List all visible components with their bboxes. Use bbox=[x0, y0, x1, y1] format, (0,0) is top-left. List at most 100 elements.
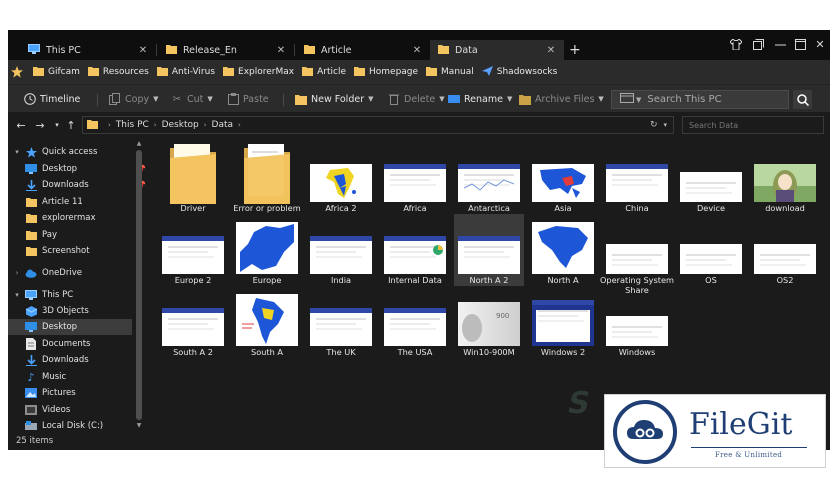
sidebar-item-pictures[interactable]: Pictures bbox=[25, 385, 76, 401]
sidebar-item-this-pc[interactable]: ▾ This PC bbox=[12, 287, 73, 303]
close-icon[interactable]: ✕ bbox=[274, 45, 288, 56]
star-icon[interactable] bbox=[11, 62, 23, 82]
file-item[interactable]: Europe bbox=[232, 214, 302, 286]
paste-button[interactable]: Paste bbox=[227, 90, 269, 108]
delete-button[interactable]: Delete ▼ bbox=[388, 90, 445, 108]
delete-icon bbox=[388, 93, 400, 105]
bookmark-explorermax[interactable]: ExplorerMax bbox=[223, 62, 294, 82]
file-item[interactable]: Error or problem bbox=[232, 142, 302, 214]
bookmark-article[interactable]: Article bbox=[302, 62, 346, 82]
file-item[interactable]: download bbox=[750, 142, 820, 214]
file-item[interactable]: OS2 bbox=[750, 214, 820, 286]
tab-release-en[interactable]: Release_En ✕ bbox=[158, 40, 294, 60]
bookmark-resources[interactable]: Resources bbox=[87, 62, 149, 82]
sidebar-item-desktop[interactable]: Desktop bbox=[8, 319, 132, 335]
tab-this-pc[interactable]: This PC ✕ bbox=[20, 40, 156, 60]
breadcrumb[interactable]: › This PC › Desktop › Data › ↻ ▾ bbox=[82, 116, 674, 134]
file-item[interactable]: North A 2 bbox=[454, 214, 524, 286]
sidebar-item-downloads[interactable]: Downloads bbox=[25, 352, 89, 368]
bookmark-homepage[interactable]: Homepage bbox=[353, 62, 418, 82]
sidebar-item-quick-access[interactable]: ▾ Quick access bbox=[12, 144, 97, 160]
file-item[interactable]: The UK bbox=[306, 286, 376, 358]
bookmark-manual[interactable]: Manual bbox=[426, 62, 474, 82]
sidebar-item-videos[interactable]: Videos bbox=[25, 402, 70, 418]
new-folder-button[interactable]: New Folder ▼ bbox=[295, 90, 374, 108]
breadcrumb-desktop[interactable]: Desktop bbox=[162, 120, 199, 130]
search-data-input[interactable]: Search Data bbox=[682, 116, 824, 134]
file-item[interactable]: The USA bbox=[380, 286, 450, 358]
file-item[interactable]: Africa bbox=[380, 142, 450, 214]
file-item[interactable]: South A bbox=[232, 286, 302, 358]
sidebar-item-explorermax[interactable]: explorermax bbox=[25, 210, 95, 226]
folder-icon bbox=[25, 245, 37, 257]
webpage-thumbnail bbox=[162, 236, 224, 274]
breadcrumb-data[interactable]: Data bbox=[212, 120, 234, 130]
new-tab-button[interactable]: + bbox=[569, 42, 581, 58]
file-item[interactable]: OS bbox=[676, 214, 746, 286]
copy-button[interactable]: Copy ▼ bbox=[109, 90, 159, 108]
file-thumbnail bbox=[606, 316, 668, 349]
file-item[interactable]: South A 2 bbox=[158, 286, 228, 358]
bookmark-anti-virus[interactable]: Anti-Virus bbox=[156, 62, 215, 82]
sidebar-item-onedrive[interactable]: › OneDrive bbox=[12, 265, 82, 281]
sidebar-scrollbar[interactable]: ▲ ▼ bbox=[136, 140, 142, 430]
close-window-icon[interactable]: ✕ bbox=[812, 36, 828, 52]
scrollbar-thumb[interactable] bbox=[136, 150, 142, 420]
file-item[interactable]: Europe 2 bbox=[158, 214, 228, 286]
sidebar-item-pay[interactable]: Pay bbox=[25, 227, 57, 243]
filegit-logo-icon bbox=[613, 400, 677, 464]
file-name: Africa bbox=[403, 203, 427, 213]
maximize-icon[interactable] bbox=[792, 36, 808, 52]
file-item[interactable]: 900 Win10-900M bbox=[454, 286, 524, 358]
file-item[interactable]: Operating System Share bbox=[600, 214, 674, 295]
chevron-down-icon[interactable]: ▾ bbox=[663, 121, 667, 129]
close-icon[interactable]: ✕ bbox=[410, 45, 424, 56]
tab-data[interactable]: Data ✕ bbox=[430, 40, 564, 60]
close-icon[interactable]: ✕ bbox=[544, 45, 558, 56]
webpage-thumbnail bbox=[384, 164, 446, 202]
restore-icon[interactable] bbox=[750, 36, 766, 52]
sidebar-item-music[interactable]: ♪ Music bbox=[25, 369, 66, 385]
breadcrumb-this-pc[interactable]: This PC bbox=[116, 120, 149, 130]
cut-button[interactable]: ✂ Cut ▼ bbox=[171, 90, 213, 108]
file-item[interactable]: Asia bbox=[528, 142, 598, 214]
forward-arrow-icon[interactable]: → bbox=[33, 118, 47, 132]
bookmark-gifcam[interactable]: Gifcam bbox=[33, 62, 80, 82]
file-item[interactable]: Device bbox=[676, 142, 746, 214]
minimize-icon[interactable] bbox=[772, 36, 788, 52]
chevron-down-icon[interactable]: ▾ bbox=[50, 118, 64, 132]
folder-icon bbox=[25, 229, 37, 241]
search-icon[interactable] bbox=[793, 90, 812, 109]
file-item[interactable]: Windows 2 bbox=[528, 286, 598, 358]
search-this-pc-input[interactable]: ▼ Search This PC bbox=[611, 90, 789, 109]
sidebar-item-desktop-pinned[interactable]: Desktop📌 bbox=[25, 161, 146, 177]
sidebar-item-3d-objects[interactable]: 3D Objects bbox=[25, 303, 89, 319]
archive-files-button[interactable]: Archive Files ▼ bbox=[519, 90, 604, 108]
tab-label: This PC bbox=[46, 44, 81, 56]
sidebar-item-documents[interactable]: Documents bbox=[25, 336, 90, 352]
file-item[interactable]: Antarctica bbox=[454, 142, 524, 214]
sidebar-item-screenshot[interactable]: Screenshot bbox=[25, 243, 90, 259]
shirt-icon[interactable] bbox=[728, 36, 744, 52]
tab-article[interactable]: Article ✕ bbox=[296, 40, 430, 60]
sidebar-item-article-11[interactable]: Article 11 bbox=[25, 194, 83, 210]
file-item[interactable]: Windows bbox=[602, 286, 672, 358]
sidebar-item-downloads-pinned[interactable]: Downloads📌 bbox=[25, 177, 146, 193]
file-item[interactable]: Internal Data bbox=[380, 214, 450, 286]
file-item[interactable]: Driver bbox=[158, 142, 228, 214]
file-item[interactable]: North A bbox=[528, 214, 598, 286]
timeline-button[interactable]: Timeline bbox=[24, 90, 80, 108]
refresh-icon[interactable]: ↻ bbox=[650, 120, 658, 130]
scroll-down-icon[interactable]: ▼ bbox=[136, 422, 142, 429]
file-item[interactable]: China bbox=[602, 142, 672, 214]
file-thumbnail bbox=[754, 244, 816, 277]
file-item[interactable]: India bbox=[306, 214, 376, 286]
scroll-up-icon[interactable]: ▲ bbox=[136, 140, 142, 147]
close-icon[interactable]: ✕ bbox=[136, 45, 150, 56]
rename-button[interactable]: Rename ▼ bbox=[448, 90, 512, 108]
back-arrow-icon[interactable]: ← bbox=[14, 118, 28, 132]
bookmark-shadowsocks[interactable]: Shadowsocks bbox=[481, 62, 557, 82]
up-arrow-icon[interactable]: ↑ bbox=[64, 118, 78, 132]
file-name: OS2 bbox=[776, 275, 794, 285]
file-item[interactable]: Africa 2 bbox=[306, 142, 376, 214]
